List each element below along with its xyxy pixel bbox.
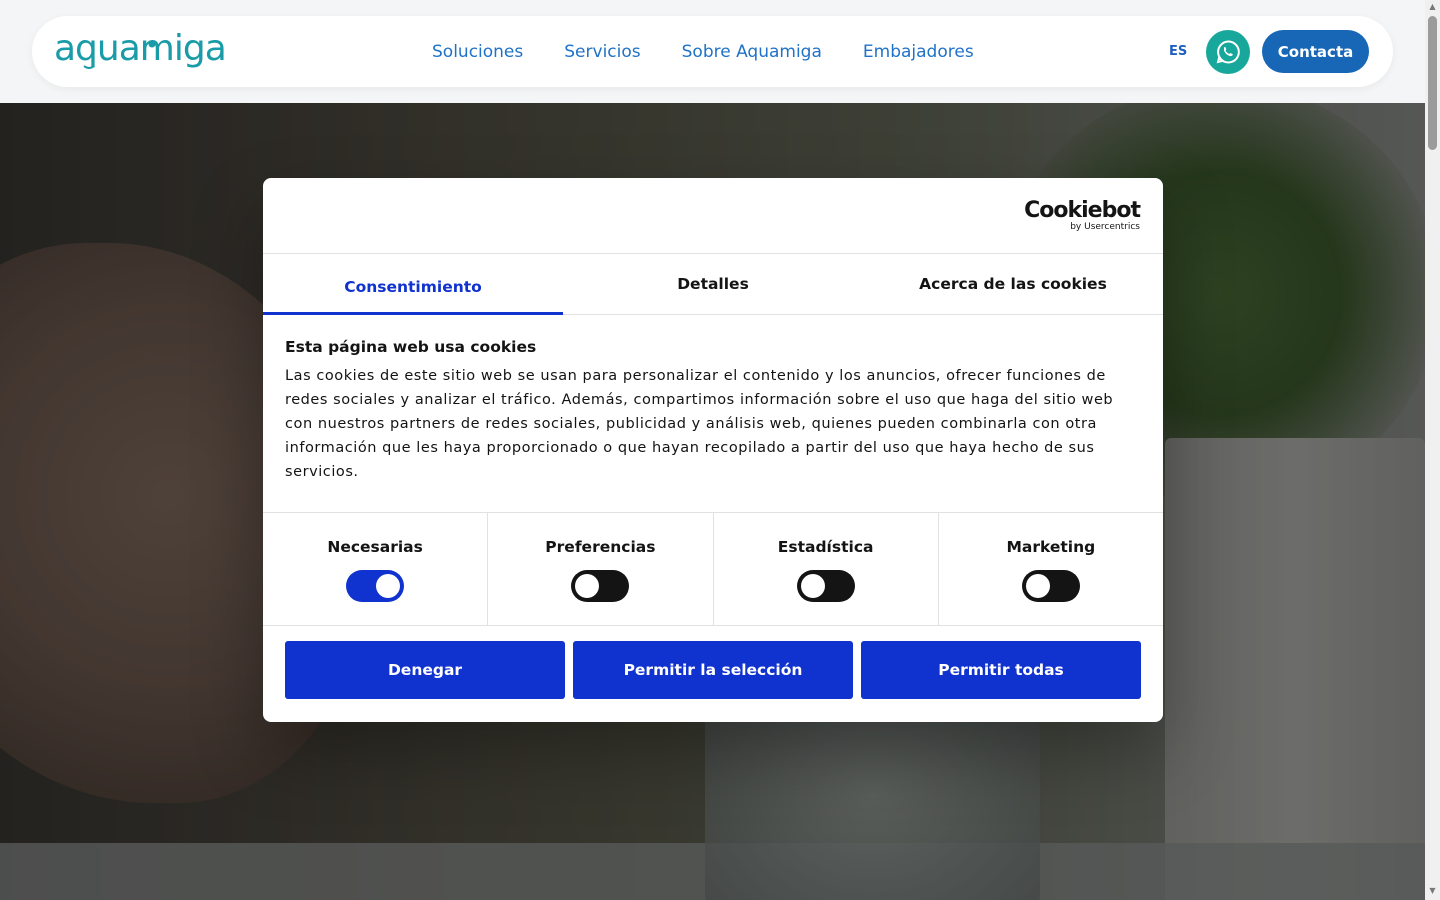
necesarias-toggle[interactable] [346, 570, 405, 602]
logo-wordmark: aquamiga [54, 30, 226, 69]
scroll-thumb[interactable] [1428, 16, 1437, 150]
category-label: Estadística [777, 538, 874, 556]
main-nav: Soluciones Servicios Sobre Aquamiga Emba… [432, 16, 974, 87]
whatsapp-icon [1216, 40, 1240, 64]
language-selector[interactable]: ES [1169, 44, 1187, 59]
contact-button[interactable]: Contacta [1262, 30, 1369, 73]
estadistica-toggle[interactable] [796, 570, 855, 602]
category-preferencias: Preferencias [488, 513, 714, 625]
whatsapp-button[interactable] [1206, 30, 1250, 74]
tab-acerca-de-las-cookies[interactable]: Acerca de las cookies [863, 254, 1163, 314]
category-label: Necesarias [327, 538, 423, 556]
cookie-dialog-body: Esta página web usa cookies Las cookies … [285, 338, 1145, 484]
cookie-category-toggles: Necesarias Preferencias Estadística Mark… [263, 512, 1163, 626]
allow-all-button[interactable]: Permitir todas [861, 641, 1141, 699]
category-necesarias: Necesarias [263, 513, 489, 625]
category-label: Marketing [1006, 538, 1096, 556]
scroll-down-arrow-icon[interactable]: ▼ [1425, 886, 1440, 898]
cookie-consent-dialog: Cookiebot by Usercentrics Consentimiento… [263, 178, 1163, 722]
cookiebot-brand-sub: by Usercentrics [1070, 222, 1140, 232]
nav-soluciones[interactable]: Soluciones [432, 42, 523, 62]
navbar: aquamiga Soluciones Servicios Sobre Aqua… [32, 16, 1393, 87]
cookiebot-logo: Cookiebot by Usercentrics [1024, 198, 1141, 233]
nav-servicios[interactable]: Servicios [564, 42, 640, 62]
cookie-dialog-text: Las cookies de este sitio web se usan pa… [285, 368, 1114, 480]
nav-embajadores[interactable]: Embajadores [863, 42, 974, 62]
category-label: Preferencias [545, 538, 656, 556]
tab-consentimiento[interactable]: Consentimiento [263, 254, 563, 315]
nav-sobre-aquamiga[interactable]: Sobre Aquamiga [682, 42, 822, 62]
page-header-area: aquamiga Soluciones Servicios Sobre Aqua… [0, 0, 1425, 103]
category-estadistica: Estadística [714, 513, 939, 625]
cookie-action-buttons: Denegar Permitir la selección Permitir t… [285, 641, 1141, 699]
scroll-up-arrow-icon[interactable]: ▲ [1425, 2, 1440, 14]
preferencias-toggle[interactable] [571, 570, 630, 602]
page-scrollbar[interactable]: ▲ ▼ [1425, 0, 1440, 900]
deny-button[interactable]: Denegar [285, 641, 565, 699]
cookie-dialog-title: Esta página web usa cookies [285, 338, 537, 356]
category-marketing: Marketing [939, 513, 1163, 625]
allow-selection-button[interactable]: Permitir la selección [573, 641, 853, 699]
cookie-tabs: Consentimiento Detalles Acerca de las co… [263, 254, 1163, 315]
cookie-dialog-header: Cookiebot by Usercentrics [263, 178, 1163, 254]
cookiebot-brand: Cookiebot [1024, 198, 1141, 223]
aquamiga-logo[interactable]: aquamiga [54, 28, 258, 72]
marketing-toggle[interactable] [1021, 570, 1080, 602]
tab-detalles[interactable]: Detalles [563, 254, 863, 314]
